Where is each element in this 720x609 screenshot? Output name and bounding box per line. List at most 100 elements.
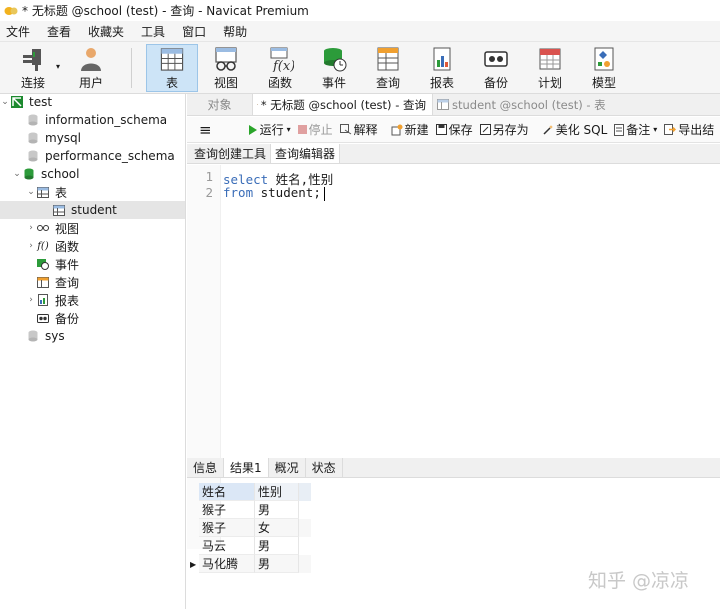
tree-db-mysql[interactable]: mysql	[0, 129, 185, 147]
tree-group-views[interactable]: › 视图	[0, 219, 185, 237]
tree-group-queries[interactable]: 查询	[0, 273, 185, 291]
editor-subtabs: 查询创建工具 查询编辑器	[187, 144, 720, 164]
save-as-label: 另存为	[492, 123, 529, 137]
export-result-button[interactable]: 导出结	[664, 121, 714, 138]
menu-file[interactable]: 文件	[0, 23, 36, 40]
table-row[interactable]: 猴子 女	[199, 519, 311, 537]
tree-group-backups[interactable]: 备份	[0, 309, 185, 327]
table-icon	[52, 203, 66, 217]
run-button[interactable]: 运行 ▾	[248, 121, 291, 138]
tab-query-builder[interactable]: 查询创建工具	[187, 144, 272, 163]
beautify-sql-button[interactable]: 美化 SQL	[542, 121, 607, 138]
hamburger-menu-icon[interactable]: ≡	[199, 121, 212, 139]
tab-query[interactable]: * 无标题 @school (test) - 查询	[253, 94, 433, 115]
tree-db-school[interactable]: ⌄ school	[0, 165, 185, 183]
stop-button[interactable]: 停止	[297, 121, 333, 138]
tree-label: 视图	[55, 221, 80, 236]
table-button[interactable]: 表	[146, 44, 198, 92]
table-row[interactable]: 猴子 男	[199, 501, 311, 519]
chevron-right-icon[interactable]: ›	[26, 223, 36, 233]
cell-text: 男	[258, 539, 271, 553]
function-icon: f()	[37, 240, 49, 252]
backup-icon	[36, 311, 50, 325]
table-row[interactable]: 马化腾 男	[199, 555, 311, 573]
tab-result-1[interactable]: 结果1	[224, 458, 269, 477]
event-icon	[324, 48, 347, 72]
tree-label: 函数	[55, 239, 80, 254]
user-button[interactable]: 用户	[74, 44, 108, 92]
tree-group-tables[interactable]: ⌄ 表	[0, 183, 185, 201]
tree-group-reports[interactable]: › 报表	[0, 291, 185, 309]
database-icon	[26, 131, 40, 145]
chevron-down-icon[interactable]: ⌄	[26, 187, 36, 197]
query-toolbar: ≡ 运行 ▾ 停止 解释 新建 保存 另存为 美化 SQL 备注 ▾ 导出结	[187, 117, 720, 143]
function-button[interactable]: f(x) 函数	[260, 44, 300, 92]
tab-label: 查询创建工具	[194, 147, 267, 161]
event-button[interactable]: 事件	[314, 44, 354, 92]
tab-student-table[interactable]: student @school (test) - 表	[433, 94, 720, 115]
comment-button[interactable]: 备注 ▾	[614, 121, 657, 138]
user-label: 用户	[78, 76, 103, 90]
view-button[interactable]: 视图	[205, 44, 247, 92]
tree-label: performance_schema	[45, 149, 175, 163]
tree-table-student[interactable]: student	[0, 201, 185, 219]
run-dropdown-icon[interactable]: ▾	[287, 125, 291, 134]
explain-button[interactable]: 解释	[339, 121, 378, 138]
tree-label: student	[71, 203, 117, 217]
tree-db-sys[interactable]: sys	[0, 327, 185, 345]
tree-group-events[interactable]: 事件	[0, 255, 185, 273]
table-icon	[437, 99, 449, 110]
menu-help[interactable]: 帮助	[217, 23, 253, 40]
event-label: 事件	[321, 76, 346, 90]
grid-cell[interactable]: 男	[255, 537, 299, 555]
export-icon	[664, 124, 677, 135]
grid-cell[interactable]: 猴子	[199, 519, 255, 537]
menu-view[interactable]: 查看	[41, 23, 77, 40]
tab-info[interactable]: 信息	[187, 458, 225, 477]
tab-label: 状态	[311, 461, 336, 475]
chevron-down-icon[interactable]: ⌄	[0, 97, 10, 107]
grid-cell[interactable]: 马化腾	[199, 555, 255, 573]
event-icon	[36, 257, 50, 271]
save-as-button[interactable]: 另存为	[479, 121, 529, 138]
query-label: 查询	[375, 76, 400, 90]
database-active-icon	[22, 167, 36, 181]
grid-cell[interactable]: 男	[255, 555, 299, 573]
menu-favorites[interactable]: 收藏夹	[82, 23, 130, 40]
text-cursor	[323, 186, 325, 201]
menu-tools[interactable]: 工具	[135, 23, 171, 40]
menu-window[interactable]: 窗口	[176, 23, 212, 40]
new-query-button[interactable]: 新建	[391, 121, 429, 138]
save-button[interactable]: 保存	[435, 121, 473, 138]
tree-db-performance-schema[interactable]: performance_schema	[0, 147, 185, 165]
connect-button[interactable]: 连接	[14, 44, 52, 92]
schedule-button[interactable]: 计划	[530, 44, 570, 92]
play-icon	[248, 124, 257, 135]
query-button[interactable]: 查询	[368, 44, 408, 92]
tab-query-editor[interactable]: 查询编辑器	[271, 144, 341, 163]
grid-cell[interactable]: 马云	[199, 537, 255, 555]
tab-profile[interactable]: 概况	[269, 458, 306, 477]
tab-status[interactable]: 状态	[306, 458, 343, 477]
column-header[interactable]: 性别	[255, 483, 299, 501]
chevron-right-icon[interactable]: ›	[26, 241, 36, 251]
sql-keyword: from	[223, 185, 254, 200]
tree-connection-test[interactable]: ⌄ test	[0, 93, 185, 111]
table-row[interactable]: 马云 男	[199, 537, 311, 555]
grid-cell[interactable]: 猴子	[199, 501, 255, 519]
report-button[interactable]: 报表	[422, 44, 462, 92]
tab-objects[interactable]: 对象	[187, 94, 253, 115]
backup-label: 备份	[483, 76, 508, 90]
connect-dropdown-icon[interactable]: ▾	[56, 62, 60, 71]
grid-cell[interactable]: 女	[255, 519, 299, 537]
code-line: 1 select 姓名,性别	[187, 169, 720, 187]
tree-db-information-schema[interactable]: information_schema	[0, 111, 185, 129]
tree-group-functions[interactable]: › f() 函数	[0, 237, 185, 255]
model-button[interactable]: 模型	[584, 44, 624, 92]
grid-cell[interactable]: 男	[255, 501, 299, 519]
chevron-down-icon[interactable]: ⌄	[12, 169, 22, 179]
chevron-right-icon[interactable]: ›	[26, 295, 36, 305]
backup-button[interactable]: 备份	[476, 44, 516, 92]
comment-dropdown-icon[interactable]: ▾	[653, 125, 657, 134]
column-header[interactable]: 姓名	[199, 483, 255, 501]
